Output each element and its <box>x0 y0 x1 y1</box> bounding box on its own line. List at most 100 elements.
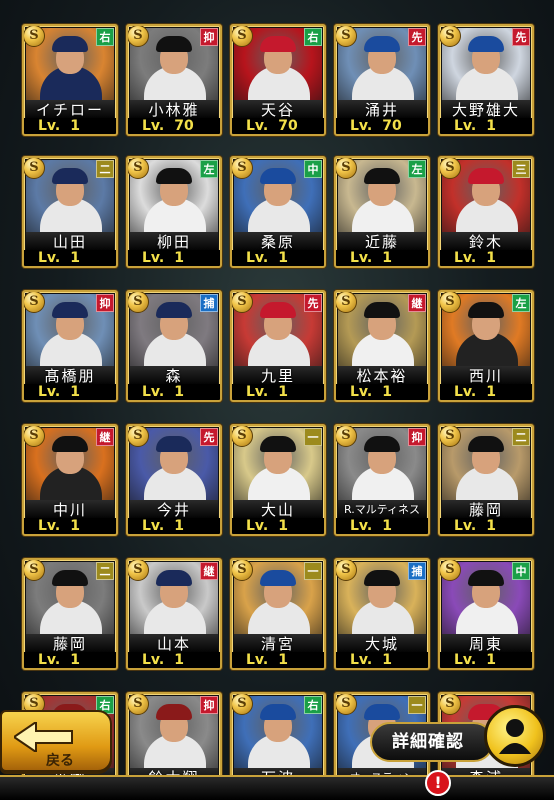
s-rank-coin-icon: S <box>440 560 461 581</box>
player-name: 清宮 <box>234 634 322 654</box>
s-rank-coin-icon: S <box>440 158 461 179</box>
position-badge: 抑 <box>200 696 218 714</box>
back-arrow-icon <box>14 722 73 752</box>
player-card[interactable]: S 三鈴木 Lv. 1 <box>438 156 534 268</box>
player-level: Lv. 1 <box>336 384 428 400</box>
level-prefix: Lv. <box>350 118 373 134</box>
player-card[interactable]: S 左近藤 Lv. 1 <box>334 156 430 268</box>
position-badge: 左 <box>200 160 218 178</box>
position-badge: 二 <box>96 160 114 178</box>
player-card[interactable]: S 中周東 Lv. 1 <box>438 558 534 670</box>
player-level: Lv. 1 <box>232 652 324 668</box>
player-card[interactable]: S 抑髙橋朋 Lv. 1 <box>22 290 118 402</box>
level-prefix: Lv. <box>246 250 269 266</box>
level-prefix: Lv. <box>142 384 165 400</box>
player-name: 松本裕 <box>338 366 426 386</box>
level-prefix: Lv. <box>350 250 373 266</box>
level-value: 70 <box>278 118 298 134</box>
player-card[interactable]: S 抑小林雅 Lv. 70 <box>126 24 222 136</box>
position-badge: 一 <box>304 562 322 580</box>
player-card[interactable]: S 先涌井 Lv. 70 <box>334 24 430 136</box>
player-card[interactable]: S 捕大城 Lv. 1 <box>334 558 430 670</box>
player-level: Lv. 70 <box>336 118 428 134</box>
position-badge: 左 <box>408 160 426 178</box>
player-level: Lv. 1 <box>24 118 116 134</box>
alert-badge: ! <box>425 770 451 796</box>
player-card[interactable]: S 捕森 Lv. 1 <box>126 290 222 402</box>
position-badge: 捕 <box>408 562 426 580</box>
player-name: 山田 <box>26 232 114 252</box>
s-rank-coin-icon: S <box>128 426 149 447</box>
player-card[interactable]: S 継山本 Lv. 1 <box>126 558 222 670</box>
player-card[interactable]: S 継中川 Lv. 1 <box>22 424 118 536</box>
position-badge: 先 <box>408 28 426 46</box>
player-level: Lv. 1 <box>336 518 428 534</box>
level-prefix: Lv. <box>350 652 373 668</box>
level-prefix: Lv. <box>38 384 61 400</box>
back-button-label: 戻る <box>46 753 74 769</box>
level-value: 1 <box>174 652 184 668</box>
player-level: Lv. 1 <box>440 250 532 266</box>
s-rank-coin-icon: S <box>336 158 357 179</box>
player-card[interactable]: S 先今井 Lv. 1 <box>126 424 222 536</box>
player-name: 西川 <box>442 366 530 386</box>
s-rank-coin-icon: S <box>336 560 357 581</box>
player-card[interactable]: S 二藤岡 Lv. 1 <box>22 558 118 670</box>
player-card[interactable]: S 一清宮 Lv. 1 <box>230 558 326 670</box>
player-level: Lv. 1 <box>128 384 220 400</box>
level-value: 70 <box>174 118 194 134</box>
s-rank-coin-icon: S <box>24 26 45 47</box>
player-card[interactable]: S 先九里 Lv. 1 <box>230 290 326 402</box>
player-card[interactable]: S 中桑原 Lv. 1 <box>230 156 326 268</box>
level-prefix: Lv. <box>350 518 373 534</box>
position-badge: 中 <box>512 562 530 580</box>
player-card[interactable]: S 先大野雄大 Lv. 1 <box>438 24 534 136</box>
level-value: 1 <box>486 118 496 134</box>
player-level: Lv. 1 <box>24 250 116 266</box>
position-badge: 抑 <box>408 428 426 446</box>
player-card[interactable]: S 左西川 Lv. 1 <box>438 290 534 402</box>
position-badge: 二 <box>512 428 530 446</box>
player-card[interactable]: S 二山田 Lv. 1 <box>22 156 118 268</box>
player-card[interactable]: S 右イチロー Lv. 1 <box>22 24 118 136</box>
player-name: イチロー <box>26 100 114 120</box>
detail-check-button[interactable]: 詳細確認 <box>370 722 494 762</box>
level-value: 1 <box>278 652 288 668</box>
player-level: Lv. 1 <box>24 384 116 400</box>
level-value: 1 <box>70 384 80 400</box>
player-silhouette-icon[interactable] <box>484 705 546 767</box>
player-name: 柳田 <box>130 232 218 252</box>
player-card[interactable]: S 左柳田 Lv. 1 <box>126 156 222 268</box>
position-badge: 中 <box>304 160 322 178</box>
back-button[interactable]: 戻る <box>0 710 112 772</box>
player-level: Lv. 70 <box>232 118 324 134</box>
position-badge: 継 <box>200 562 218 580</box>
player-card[interactable]: S 抑 R.マルティネス Lv. 1 <box>334 424 430 536</box>
player-level: Lv. 1 <box>128 518 220 534</box>
position-badge: 抑 <box>200 28 218 46</box>
level-value: 1 <box>486 384 496 400</box>
player-name: 大野雄大 <box>442 100 530 120</box>
level-prefix: Lv. <box>246 518 269 534</box>
player-card[interactable]: S 右天谷 Lv. 70 <box>230 24 326 136</box>
position-badge: 継 <box>96 428 114 446</box>
position-badge: 先 <box>200 428 218 446</box>
s-rank-coin-icon: S <box>336 26 357 47</box>
player-name: 鈴木 <box>442 232 530 252</box>
level-prefix: Lv. <box>350 384 373 400</box>
player-name: 周東 <box>442 634 530 654</box>
player-level: Lv. 1 <box>128 652 220 668</box>
level-prefix: Lv. <box>38 518 61 534</box>
level-value: 1 <box>486 652 496 668</box>
player-card[interactable]: S 継松本裕 Lv. 1 <box>334 290 430 402</box>
level-value: 1 <box>382 518 392 534</box>
player-card[interactable]: S 二藤岡 Lv. 1 <box>438 424 534 536</box>
level-prefix: Lv. <box>38 118 61 134</box>
s-rank-coin-icon: S <box>440 292 461 313</box>
player-card[interactable]: S 一大山 Lv. 1 <box>230 424 326 536</box>
s-rank-coin-icon: S <box>440 426 461 447</box>
level-value: 1 <box>382 384 392 400</box>
level-prefix: Lv. <box>38 652 61 668</box>
player-name: 桑原 <box>234 232 322 252</box>
level-value: 1 <box>382 652 392 668</box>
